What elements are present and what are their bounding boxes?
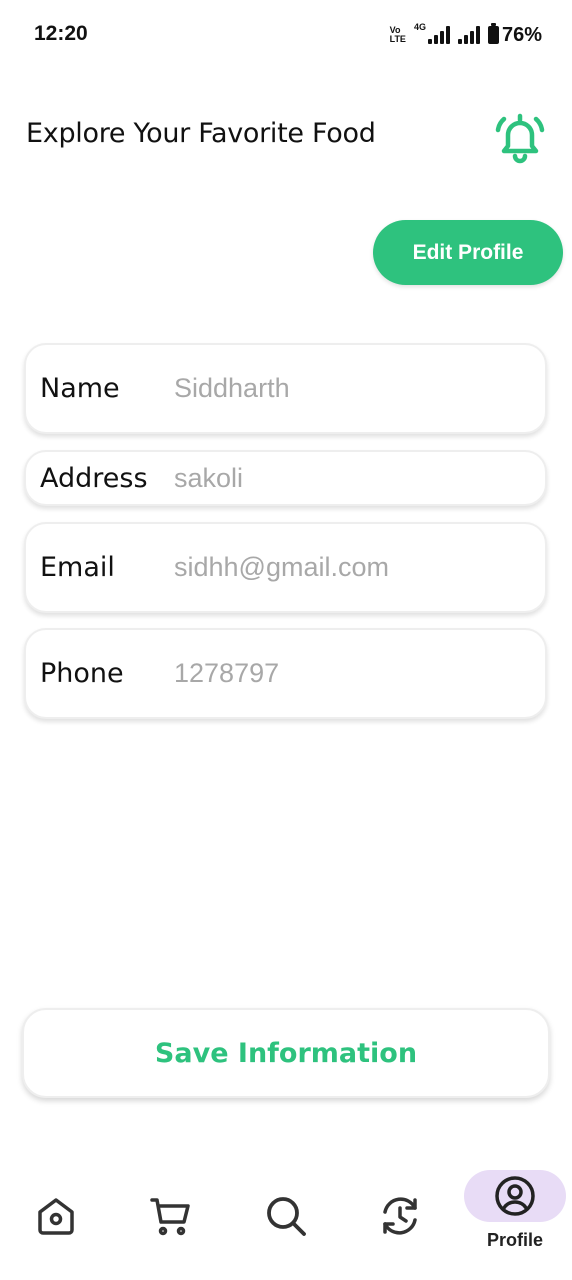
- page-title: Explore Your Favorite Food: [26, 118, 376, 149]
- name-field: Name: [24, 343, 547, 434]
- phone-field: Phone: [24, 628, 547, 719]
- cart-icon: [148, 1194, 192, 1238]
- phone-label: Phone: [40, 658, 124, 689]
- nav-item-history[interactable]: [378, 1194, 422, 1238]
- battery-level: 76%: [501, 23, 542, 46]
- phone-input[interactable]: [174, 658, 531, 689]
- home-icon: [34, 1194, 78, 1238]
- search-icon: [264, 1194, 308, 1238]
- email-field: Email: [24, 522, 547, 613]
- network-type: 4G: [413, 22, 426, 32]
- bell-icon[interactable]: [492, 110, 548, 166]
- nav-item-home[interactable]: [34, 1194, 78, 1238]
- volte-bottom: LTE: [389, 34, 406, 44]
- edit-profile-button[interactable]: Edit Profile: [373, 220, 563, 285]
- battery-icon: [487, 23, 499, 44]
- profile-screen: 12:20 Vo LTE 4G 76% Explore Your Favorit…: [0, 0, 572, 1280]
- nav-label-profile: Profile: [486, 1230, 543, 1250]
- save-information-button[interactable]: Save Information: [22, 1008, 550, 1098]
- address-label: Address: [40, 462, 148, 494]
- volte-indicator: Vo LTE: [390, 26, 406, 44]
- status-icons: Vo LTE 4G 76%: [390, 22, 542, 48]
- signal-icon: [427, 26, 450, 44]
- profile-active-indicator: [464, 1170, 566, 1222]
- email-input[interactable]: [174, 552, 531, 583]
- name-label: Name: [40, 373, 120, 404]
- email-label: Email: [40, 552, 115, 583]
- nav-item-profile[interactable]: Profile: [464, 1170, 566, 1251]
- status-time: 12:20: [34, 22, 88, 45]
- bottom-nav: Profile: [0, 1160, 572, 1280]
- profile-icon: [493, 1174, 537, 1218]
- address-field: Address: [24, 450, 547, 506]
- history-icon: [378, 1194, 422, 1238]
- signal-icon-2: [457, 26, 480, 44]
- address-input[interactable]: [174, 462, 531, 494]
- status-bar: 12:20 Vo LTE 4G 76%: [0, 0, 572, 70]
- name-input[interactable]: [174, 373, 531, 404]
- battery-indicator: 76%: [487, 23, 542, 47]
- nav-item-cart[interactable]: [148, 1194, 192, 1238]
- nav-item-search[interactable]: [264, 1194, 308, 1238]
